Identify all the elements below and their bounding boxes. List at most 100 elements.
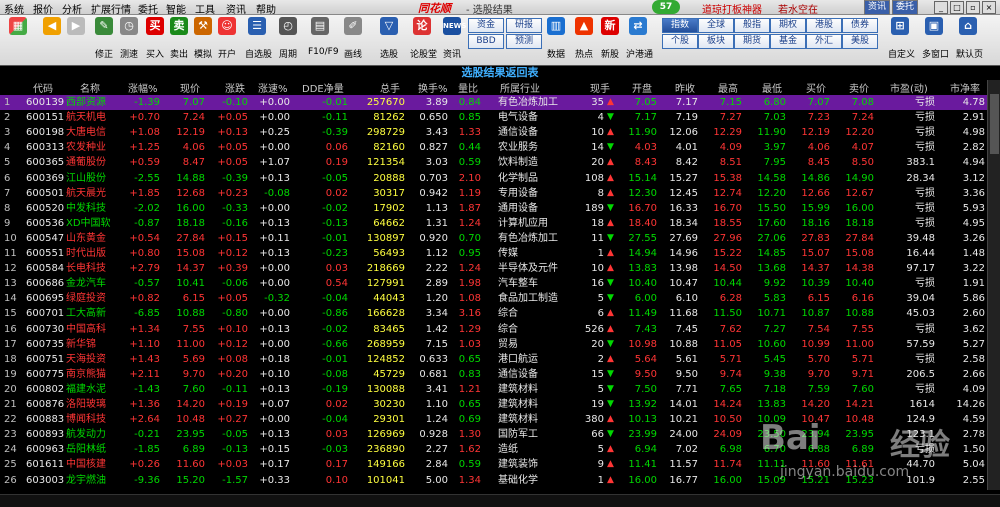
cell-ask: 9.71 (851, 368, 874, 380)
col-name[interactable]: 名称 (80, 80, 100, 95)
hk-stock-button[interactable]: 港股 (806, 18, 842, 33)
stock-select-button[interactable]: ▽ 选股 (377, 17, 401, 60)
layout-icon-button[interactable]: ▦ (6, 17, 30, 36)
research-button[interactable]: 研报 (506, 18, 542, 33)
col-prev-close[interactable]: 昨收 (675, 80, 695, 95)
forecast-button[interactable]: 预测 (506, 34, 542, 49)
forum-button[interactable]: 论论股堂 (410, 17, 437, 60)
table-row[interactable]: 13 600686 金龙汽车 -0.57 10.41 -0.06 +0.00 0.54 1279… (0, 276, 1000, 291)
order-button[interactable]: 委托 (892, 0, 919, 15)
buy-button[interactable]: 买买入 (143, 17, 167, 60)
table-row[interactable]: 17 600735 新华锦 +1.10 11.00 +0.12 +0.00 -0.66 2689… (0, 337, 1000, 352)
ipo-button[interactable]: 新新股 (598, 17, 622, 60)
period-button[interactable]: ◴ 周期 (276, 17, 300, 60)
col-open[interactable]: 开盘 (632, 80, 652, 95)
col-low[interactable]: 最低 (762, 80, 782, 95)
bond-button[interactable]: 债券 (842, 18, 878, 33)
col-pe[interactable]: 市盈(动) (890, 80, 928, 95)
back-button[interactable]: ◀ (40, 17, 64, 36)
info-button[interactable]: NEWS 资讯 (440, 17, 466, 60)
f10-button[interactable]: ▤ F10/F9 (308, 17, 339, 57)
simulate-button[interactable]: ⚒ 模拟 (191, 17, 215, 60)
col-hand[interactable]: 现手 (590, 80, 610, 95)
table-row[interactable]: 2 600151 航天机电 +0.70 7.24 +0.05 +0.00 -0.11 81262… (0, 110, 1000, 125)
table-row[interactable]: 7 600501 航天晨光 +1.85 12.68 +0.23 -0.08 0.02 30317… (0, 186, 1000, 201)
multi-window-button[interactable]: ▣ 多窗口 (922, 17, 949, 60)
sector-button[interactable]: 板块 (698, 34, 734, 49)
bbd-button[interactable]: BBD (468, 34, 504, 49)
global-button[interactable]: 全球 (698, 18, 734, 33)
table-row[interactable]: 16 600730 中国高科 +1.34 7.55 +0.10 +0.13 -0.02 8346… (0, 322, 1000, 337)
table-row[interactable]: 19 600775 南京熊猫 +2.11 9.70 +0.20 +0.10 -0.08 4572… (0, 367, 1000, 382)
hk-connect-button[interactable]: ⇄ 沪港通 (626, 17, 653, 60)
menu-news[interactable]: 资讯 (226, 1, 246, 16)
menu-tools[interactable]: 工具 (195, 1, 215, 16)
col-diff[interactable]: 涨跌 (225, 80, 245, 95)
table-row[interactable]: 18 600751 天海投资 +1.43 5.69 +0.08 +0.18 -0.01 1248… (0, 352, 1000, 367)
table-row[interactable]: 20 600802 福建水泥 -1.43 7.60 -0.11 +0.13 -0.19 1300… (0, 382, 1000, 397)
table-row[interactable]: 1 600139 西部资源 -1.39 7.07 -0.10 +0.00 -0.01 25767… (0, 95, 1000, 110)
futures-button[interactable]: 期货 (734, 34, 770, 49)
menu-smart[interactable]: 智能 (166, 1, 186, 16)
menu-system[interactable]: 系统 (4, 1, 24, 16)
col-dde[interactable]: DDE净量 (302, 80, 344, 95)
col-ask[interactable]: 卖价 (849, 80, 869, 95)
table-row[interactable]: 11 600551 时代出版 +0.80 15.08 +0.12 +0.13 -0.23 564… (0, 246, 1000, 261)
col-code[interactable]: 代码 (33, 80, 53, 95)
us-stock-button[interactable]: 美股 (842, 34, 878, 49)
col-industry[interactable]: 所属行业 (500, 80, 540, 95)
promo-link-2[interactable]: 若水空在 (778, 1, 818, 16)
index-button[interactable]: 指数 (662, 18, 698, 33)
scroll-thumb[interactable] (990, 94, 999, 154)
fund-button[interactable]: 基金 (770, 34, 806, 49)
customize-button[interactable]: ⊞ 自定义 (888, 17, 915, 60)
menu-order[interactable]: 委托 (138, 1, 158, 16)
table-row[interactable]: 8 600520 中发科技 -2.02 16.00 -0.33 +0.00 -0.02 1790… (0, 201, 1000, 216)
open-account-button[interactable]: ☺ 开户 (215, 17, 239, 60)
table-row[interactable]: 5 600365 通葡股份 +0.59 8.47 +0.05 +1.07 0.19 121354… (0, 155, 1000, 170)
fix-button[interactable]: ✎ 修正 (92, 17, 116, 60)
col-speed[interactable]: 涨速% (258, 80, 288, 95)
forex-button[interactable]: 外汇 (806, 34, 842, 49)
forward-button[interactable]: ▶ (64, 17, 88, 36)
close-icon[interactable]: × (982, 1, 996, 14)
stock-index-button[interactable]: 般指 (734, 18, 770, 33)
table-row[interactable]: 3 600198 大唐电信 +1.08 12.19 +0.13 +0.25 -0.39 2987… (0, 125, 1000, 140)
table-row[interactable]: 12 600584 长电科技 +2.79 14.37 +0.39 +0.00 0.03 2186… (0, 261, 1000, 276)
data-button[interactable]: ▥ 数据 (544, 17, 568, 60)
col-vol-ratio[interactable]: 量比 (458, 80, 478, 95)
sell-button[interactable]: 卖卖出 (167, 17, 191, 60)
col-volume[interactable]: 总手 (380, 80, 400, 95)
menu-quote[interactable]: 报价 (33, 1, 53, 16)
menu-help[interactable]: 帮助 (256, 1, 276, 16)
stock-button[interactable]: 个股 (662, 34, 698, 49)
table-row[interactable]: 9 600536 XD中国软 -0.87 18.18 -0.16 +0.13 -0.13 646… (0, 216, 1000, 231)
draw-line-button[interactable]: ✐ 画线 (341, 17, 365, 60)
restore-icon[interactable]: □ (950, 1, 964, 14)
menu-ext-quote[interactable]: 扩展行情 (91, 1, 131, 16)
col-change-pct[interactable]: 涨幅% (128, 80, 158, 95)
promo-link[interactable]: 道琼打板神器 (702, 1, 762, 16)
table-row[interactable]: 10 600547 山东黄金 +0.54 27.84 +0.15 +0.11 -0.01 130… (0, 231, 1000, 246)
col-high[interactable]: 最高 (718, 80, 738, 95)
default-page-button[interactable]: ⌂ 默认页 (956, 17, 983, 60)
news-button[interactable]: 资讯 (864, 0, 891, 15)
minimize-icon[interactable]: _ (934, 1, 948, 14)
col-pb[interactable]: 市净率 (950, 80, 980, 95)
options-button[interactable]: 期权 (770, 18, 806, 33)
capital-button[interactable]: 资金 (468, 18, 504, 33)
col-turnover[interactable]: 换手% (418, 80, 448, 95)
menu-analysis[interactable]: 分析 (62, 1, 82, 16)
speed-test-button[interactable]: ◷ 测速 (117, 17, 141, 60)
table-row[interactable]: 4 600313 农发种业 +1.25 4.06 +0.05 +0.00 0.06 82160 0… (0, 140, 1000, 155)
table-row[interactable]: 6 600369 江山股份 -2.55 14.88 -0.39 +0.13 -0.05 2088… (0, 171, 1000, 186)
status-badge[interactable]: 57 (652, 0, 680, 14)
col-price[interactable]: 现价 (180, 80, 200, 95)
col-bid[interactable]: 买价 (806, 80, 826, 95)
hotspot-button[interactable]: ▲ 热点 (572, 17, 596, 60)
table-row[interactable]: 15 600701 工大高新 -6.85 10.88 -0.80 +0.00 -0.86 166… (0, 306, 1000, 321)
watchlist-button[interactable]: ☰ 自选股 (245, 17, 272, 60)
maximize-icon[interactable]: ▫ (966, 1, 980, 14)
horizontal-scrollbar[interactable] (0, 494, 1000, 507)
table-row[interactable]: 14 600695 绿庭投资 +0.82 6.15 +0.05 -0.32 -0.04 4404… (0, 291, 1000, 306)
